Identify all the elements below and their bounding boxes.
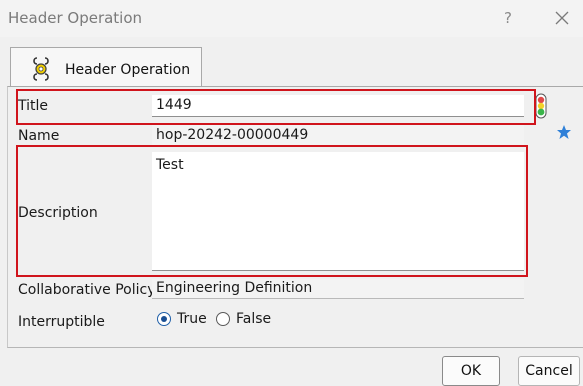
status-light-icon [533,93,549,119]
description-textarea[interactable]: Test [152,152,524,271]
ok-button[interactable]: OK [442,356,500,386]
cancel-button[interactable]: Cancel [518,356,580,386]
title-input[interactable]: 1449 [152,95,524,117]
help-button[interactable]: ? [498,6,518,30]
close-icon [555,11,569,25]
interruptible-label: Interruptible [18,314,105,330]
collaborative-policy-label: Collaborative Policy [18,282,156,298]
window-title: Header Operation [8,9,143,27]
collaborative-policy-field: Engineering Definition [152,279,524,299]
name-field: hop-20242-00000449 [152,125,524,147]
close-button[interactable] [550,6,574,30]
description-label: Description [18,205,98,221]
interruptible-true-radio[interactable]: True [157,311,207,327]
tab-header-operation[interactable]: Header Operation [10,47,202,87]
radio-selected-icon [157,312,171,326]
interruptible-false-radio[interactable]: False [216,311,271,327]
radio-false-label: False [236,311,272,327]
name-label: Name [18,128,60,144]
radio-unselected-icon [216,312,230,326]
radio-true-label: True [177,311,207,327]
title-label: Title [18,98,49,114]
favorite-star-icon[interactable] [556,124,572,140]
tab-label: Header Operation [65,62,191,78]
header-operation-icon [32,56,50,82]
window-titlebar: Header Operation ? [0,0,583,37]
